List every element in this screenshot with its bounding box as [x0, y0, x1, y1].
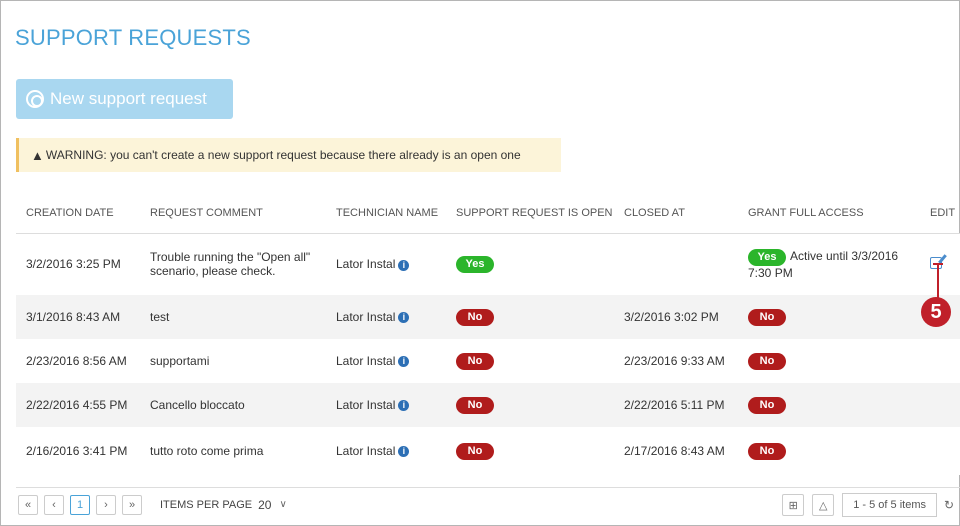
items-per-page-label: ITEMS PER PAGE — [160, 498, 253, 511]
callout-number-badge: 5 — [921, 297, 951, 327]
status-badge: No — [456, 396, 494, 414]
status-badge: Yes — [456, 255, 494, 273]
table-row[interactable]: 2/16/2016 3:41 PM tutto roto come prima … — [16, 427, 960, 475]
closed-at-cell: 2/17/2016 8:43 AM — [624, 444, 725, 458]
technician-name: Lator Instal — [336, 444, 396, 458]
full-access-badge: No — [748, 396, 786, 414]
creation-date-cell: 2/16/2016 3:41 PM — [26, 444, 128, 458]
table-row[interactable]: 2/23/2016 8:56 AM supportami Lator Insta… — [16, 339, 960, 383]
prev-page-button[interactable]: ‹ — [44, 494, 64, 515]
edit-cell — [920, 339, 960, 383]
info-icon[interactable]: i — [398, 259, 410, 271]
full-access-cell: No — [738, 383, 920, 427]
full-access-badge: No — [748, 352, 786, 370]
column-header-edit: EDIT — [920, 193, 960, 234]
closed-at-cell: 2/23/2016 9:33 AM — [624, 354, 725, 368]
column-header-closed-at[interactable]: CLOSED AT — [614, 193, 738, 234]
creation-date-cell: 3/2/2016 3:25 PM — [26, 257, 121, 272]
last-page-button[interactable]: » — [122, 494, 142, 515]
info-icon[interactable]: i — [398, 356, 410, 368]
warning-text: WARNING: you can't create a new support … — [45, 148, 521, 162]
open-status-cell: No — [446, 427, 614, 475]
request-comment-cell: Trouble running the "Open all" scenario,… — [150, 250, 311, 279]
warning-icon: ▲ — [31, 147, 44, 163]
column-header-support-request-open[interactable]: SUPPORT REQUEST IS OPEN — [446, 193, 614, 234]
new-support-request-label: New support request — [50, 89, 207, 108]
items-per-page-select[interactable]: 20 ∨ — [258, 498, 287, 512]
request-comment-cell: test — [150, 310, 170, 324]
full-access-cell: No — [738, 295, 920, 339]
items-per-page-value: 20 — [258, 497, 272, 512]
column-header-request-comment[interactable]: REQUEST COMMENT — [140, 193, 326, 234]
new-support-request-button[interactable]: New support request — [16, 79, 233, 119]
creation-date-cell: 2/22/2016 4:55 PM — [26, 398, 128, 412]
technician-cell: Lator Instal i — [326, 383, 446, 427]
technician-name: Lator Instal — [336, 354, 396, 368]
edit-cell — [920, 383, 960, 427]
info-icon[interactable]: i — [398, 400, 410, 412]
full-access-badge: No — [748, 442, 786, 460]
closed-at-cell: 2/22/2016 5:11 PM — [624, 398, 725, 412]
pager-tools: ⊞ △ 1 - 5 of 5 items ↻ — [782, 488, 960, 522]
pager: « ‹ 1 › » ITEMS PER PAGE 20 ∨ ⊞ △ 1 - 5 … — [16, 487, 960, 521]
status-badge: No — [456, 352, 494, 370]
table-row[interactable]: 3/2/2016 3:25 PM Trouble running the "Op… — [16, 233, 960, 295]
excel-export-icon[interactable]: ⊞ — [782, 494, 805, 516]
technician-name: Lator Instal — [336, 398, 396, 412]
request-comment-cell: supportami — [150, 354, 210, 368]
refresh-icon[interactable]: ↻ — [937, 493, 960, 517]
page-title: SUPPORT REQUESTS — [15, 25, 251, 50]
open-status-cell: No — [446, 339, 614, 383]
open-status-cell: No — [446, 383, 614, 427]
full-access-cell: No — [738, 427, 920, 475]
column-header-creation-date[interactable]: CREATION DATE — [16, 193, 140, 234]
info-icon[interactable]: i — [398, 312, 410, 324]
technician-cell: Lator Instal i — [326, 233, 446, 295]
full-access-badge: No — [748, 308, 786, 326]
full-access-cell: No — [738, 339, 920, 383]
request-comment-cell: Cancello bloccato — [150, 398, 245, 412]
page-number-button[interactable]: 1 — [70, 494, 90, 515]
table-header-row: CREATION DATE REQUEST COMMENT TECHNICIAN… — [16, 193, 960, 234]
closed-at-cell — [614, 233, 738, 295]
status-badge: No — [456, 308, 494, 326]
edit-cell — [920, 427, 960, 475]
pdf-export-icon[interactable]: △ — [812, 494, 835, 516]
full-access-badge: Yes — [748, 248, 786, 266]
chevron-down-icon: ∨ — [279, 499, 287, 510]
app-frame: SUPPORT REQUESTS New support request ▲ W… — [0, 0, 960, 526]
items-count: 1 - 5 of 5 items — [842, 493, 937, 517]
callout-pointer — [933, 263, 943, 298]
creation-date-cell: 2/23/2016 8:56 AM — [26, 354, 127, 368]
technician-name: Lator Instal — [336, 257, 396, 272]
support-requests-table: CREATION DATE REQUEST COMMENT TECHNICIAN… — [16, 193, 960, 475]
technician-cell: Lator Instal i — [326, 295, 446, 339]
column-header-technician-name[interactable]: TECHNICIAN NAME — [326, 193, 446, 234]
warning-banner: ▲ WARNING: you can't create a new suppor… — [16, 138, 561, 172]
column-header-grant-full-access[interactable]: GRANT FULL ACCESS — [738, 193, 920, 234]
full-access-cell: Yes Active until 3/3/2016 7:30 PM — [738, 233, 920, 295]
technician-cell: Lator Instal i — [326, 339, 446, 383]
request-comment-cell: tutto roto come prima — [150, 444, 264, 458]
table-row[interactable]: 2/22/2016 4:55 PM Cancello bloccato Lato… — [16, 383, 960, 427]
open-status-cell: Yes — [446, 233, 614, 295]
closed-at-cell: 3/2/2016 3:02 PM — [624, 310, 719, 324]
technician-cell: Lator Instal i — [326, 427, 446, 475]
first-page-button[interactable]: « — [18, 494, 38, 515]
technician-name: Lator Instal — [336, 310, 396, 324]
open-status-cell: No — [446, 295, 614, 339]
status-badge: No — [456, 442, 494, 460]
table-row[interactable]: 3/1/2016 8:43 AM test Lator Instal i No 3… — [16, 295, 960, 339]
next-page-button[interactable]: › — [96, 494, 116, 515]
info-icon[interactable]: i — [398, 446, 410, 458]
creation-date-cell: 3/1/2016 8:43 AM — [26, 310, 121, 324]
lifebuoy-icon — [26, 90, 44, 108]
